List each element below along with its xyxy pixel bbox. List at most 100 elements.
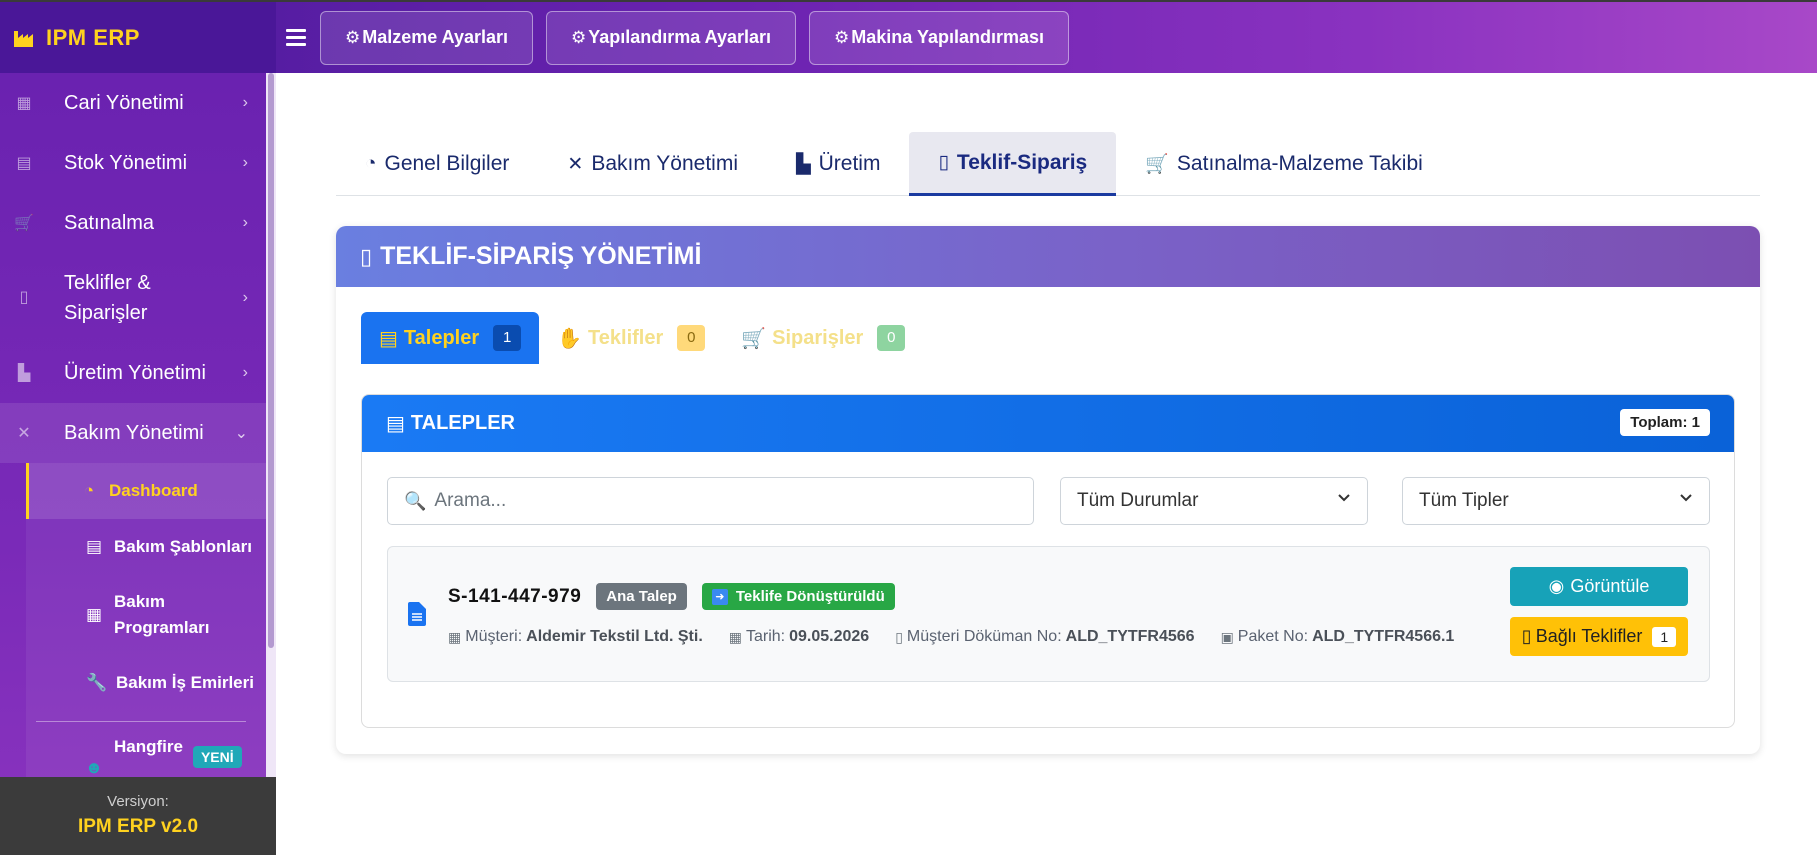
sidebar-item-label-line2: Siparişler (64, 302, 148, 324)
gauge-icon: ◔ (365, 153, 377, 174)
machine-configuration-button[interactable]: ⚙ Makina Yapılandırması (809, 10, 1070, 65)
submenu-item-programs[interactable]: ▦ Bakım Programları (26, 575, 266, 655)
gauge-icon: ◔ (83, 481, 95, 500)
subtab-orders[interactable]: 🛒 Siparişler 0 (723, 312, 923, 364)
subtab-label: Teklifler (588, 326, 664, 349)
record-meta: ▦ Müşteri: Aldemir Tekstil Ltd. Şti. ▦ T… (448, 628, 1480, 646)
submenu-item-label: Dashboard (109, 481, 198, 500)
sidebar-item-label: Teklifler & (64, 272, 151, 294)
chevron-right-icon: › (242, 364, 248, 381)
linked-offers-label: Bağlı Teklifler (1535, 626, 1643, 646)
submenu-divider (36, 721, 246, 722)
sidebar-item-label: Üretim Yönetimi (64, 361, 206, 384)
sidebar-item-offers-orders[interactable]: ▯ Teklifler & Siparişler › (0, 253, 266, 343)
view-button[interactable]: ◉ Görüntüle (1510, 567, 1688, 606)
search-input[interactable] (434, 490, 1015, 512)
sidebar-item-label-group: Teklifler & Siparişler (64, 268, 151, 328)
gear-icon: ⚙ (571, 27, 587, 47)
material-settings-label: Malzeme Ayarları (362, 27, 508, 47)
cart-icon: 🛒 (14, 215, 34, 232)
subtab-label: Talepler (403, 326, 480, 349)
submenu-item-label: Bakım (114, 592, 166, 611)
menu-toggle-icon[interactable] (286, 29, 306, 46)
type-filter-select[interactable]: Tüm Tipler (1402, 477, 1710, 525)
cart-icon: 🛒 (741, 327, 767, 350)
status-filter-select[interactable]: Tüm Durumlar (1060, 477, 1368, 525)
submenu-item-work-orders[interactable]: 🔧 Bakım İş Emirleri (26, 655, 266, 711)
panel-header: ▤ TALEPLER Toplam: 1 (362, 395, 1734, 452)
customer-value: Aldemir Tekstil Ltd. Şti. (526, 628, 703, 645)
sidebar: ▦ Cari Yönetimi › ▤ Stok Yönetimi › 🛒 Sa… (0, 73, 276, 855)
count-badge: 0 (877, 325, 906, 351)
subtab-label: Siparişler (772, 326, 864, 349)
version-label: Versiyon: (107, 793, 169, 810)
tab-maintenance[interactable]: ✕ Bakım Yönetimi (538, 132, 767, 196)
sidebar-item-label: Satınalma (64, 211, 155, 234)
configuration-settings-button[interactable]: ⚙ Yapılandırma Ayarları (546, 10, 797, 65)
maintenance-submenu: ◔ Dashboard ▤ Bakım Şablonları ▦ Bakım P… (26, 463, 266, 780)
customer-label: Müşteri: (465, 628, 523, 645)
offer-order-card: ▯ TEKLİF-SİPARİŞ YÖNETİMİ ▤ Talepler 1 ✋… (336, 226, 1760, 754)
tools-icon: ✕ (17, 425, 31, 442)
invoice-icon: ▯ (1521, 626, 1532, 646)
submenu-item-dashboard[interactable]: ◔ Dashboard (26, 463, 266, 519)
industry-icon: ▙ (17, 365, 31, 382)
tab-label: Satınalma-Malzeme Takibi (1176, 152, 1423, 175)
sidebar-item-production[interactable]: ▙ Üretim Yönetimi › (0, 343, 266, 403)
type-badge: Ana Talep (596, 583, 687, 610)
submenu-item-templates[interactable]: ▤ Bakım Şablonları (26, 519, 266, 575)
version-value: IPM ERP v2.0 (77, 816, 199, 837)
material-settings-button[interactable]: ⚙ Malzeme Ayarları (320, 10, 533, 65)
tab-label: Bakım Yönetimi (591, 152, 738, 175)
sidebar-item-maintenance[interactable]: ✕ Bakım Yönetimi ⌄ (0, 403, 266, 463)
chevron-right-icon: › (242, 154, 248, 171)
scrollbar-thumb[interactable] (268, 73, 274, 648)
new-badge: YENİ (192, 746, 242, 768)
tab-offer-order[interactable]: ▯ Teklif-Sipariş (909, 132, 1117, 196)
document-icon (408, 602, 426, 626)
tab-purchase-material-tracking[interactable]: 🛒 Satınalma-Malzeme Takibi (1116, 132, 1452, 196)
chevron-down-icon (1338, 494, 1350, 502)
submenu-item-label: Bakım Şablonları (114, 537, 252, 556)
configuration-settings-label: Yapılandırma Ayarları (588, 27, 772, 47)
submenu-item-label: Bakım İş Emirleri (116, 673, 254, 692)
sidebar-footer: Versiyon: IPM ERP v2.0 (0, 777, 276, 855)
clipboard-icon: ▤ (85, 537, 103, 556)
top-navbar: IPM ERP ⚙ Malzeme Ayarları ⚙ Yapılandırm… (0, 0, 1817, 73)
submenu-item-label-line2: Programları (114, 618, 210, 637)
record-title-row: S-141-447-979 Ana Talep ➜ Teklife Dönüşt… (448, 583, 895, 610)
sidebar-scrollbar[interactable] (266, 73, 276, 780)
sidebar-item-stock[interactable]: ▤ Stok Yönetimi › (0, 133, 266, 193)
status-filter-value: Tüm Durumlar (1077, 490, 1199, 511)
card-header: ▯ TEKLİF-SİPARİŞ YÖNETİMİ (336, 226, 1760, 287)
sidebar-item-label: Cari Yönetimi (64, 91, 184, 114)
calendar-icon: ▦ (85, 605, 103, 624)
requests-panel: ▤ TALEPLER Toplam: 1 🔍 Tüm Durumlar Tüm … (361, 394, 1735, 728)
brand[interactable]: IPM ERP (0, 2, 276, 73)
industry-icon: ▙ (795, 153, 811, 175)
cubes-icon: ⚙ (345, 27, 361, 47)
submenu-item-label-group: Bakım Programları (114, 589, 209, 641)
sidebar-item-accounts[interactable]: ▦ Cari Yönetimi › (0, 73, 266, 133)
submenu-item-label: Hangfire (114, 737, 183, 756)
file-icon: ▤ (386, 413, 405, 435)
chevron-right-icon: › (242, 214, 248, 231)
tab-label: Teklif-Sipariş (956, 150, 1088, 174)
sidebar-item-purchasing[interactable]: 🛒 Satınalma › (0, 193, 266, 253)
tab-general-info[interactable]: ◔ Genel Bilgiler (336, 132, 538, 196)
subtab-offers[interactable]: ✋ Teklifler 0 (539, 312, 723, 364)
wrench-icon: 🔧 (86, 673, 108, 692)
arrow-right-icon: ➜ (711, 588, 728, 605)
tools-icon: ✕ (567, 153, 584, 175)
subtab-requests[interactable]: ▤ Talepler 1 (361, 312, 540, 364)
linked-offers-button[interactable]: ▯ Bağlı Teklifler 1 (1510, 617, 1688, 656)
sidebar-item-label: Stok Yönetimi (64, 151, 188, 174)
box-icon: ▣ (1220, 628, 1234, 645)
view-button-label: Görüntüle (1570, 576, 1650, 596)
type-filter-value: Tüm Tipler (1419, 490, 1509, 511)
chevron-right-icon: › (242, 94, 248, 111)
package-label: Paket No: (1237, 628, 1309, 645)
request-record[interactable]: S-141-447-979 Ana Talep ➜ Teklife Dönüşt… (387, 546, 1710, 682)
tab-production[interactable]: ▙ Üretim (767, 132, 909, 196)
sidebar-item-label: Bakım Yönetimi (64, 421, 204, 444)
